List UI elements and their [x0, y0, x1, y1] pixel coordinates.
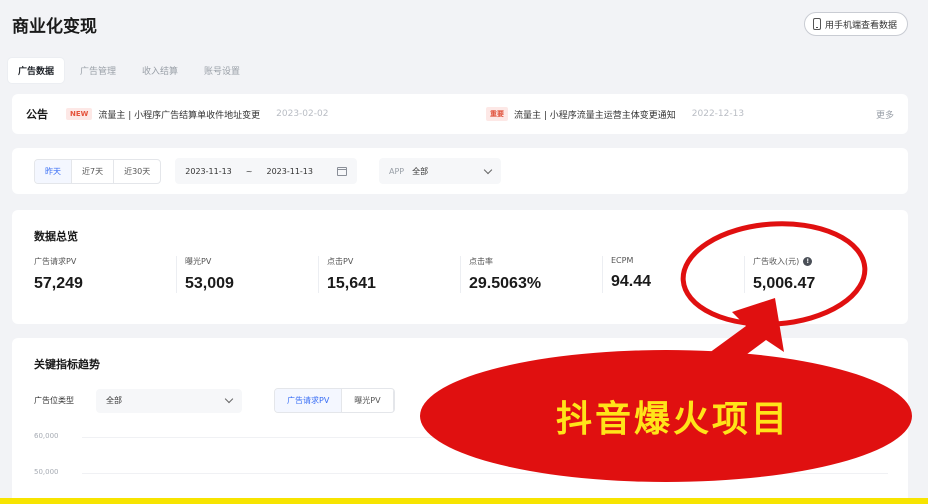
metric-ctr: 点击率 29.5063% — [460, 256, 602, 293]
range-yesterday[interactable]: 昨天 — [35, 159, 72, 183]
date-range-picker[interactable]: 2023-11-13 ~ 2023-11-13 — [175, 158, 357, 184]
main-tabs: 广告数据 广告管理 收入结算 账号设置 — [8, 58, 250, 83]
date-range-segment: 昨天 近7天 近30天 — [34, 158, 162, 184]
chevron-down-icon — [224, 394, 234, 404]
notice-text: 流量主 | 小程序流量主运营主体变更通知 — [514, 110, 676, 121]
metric-label: 点击率 — [469, 257, 493, 266]
trend-tab-impressions[interactable]: 曝光PV — [342, 389, 394, 412]
notice-item[interactable]: 重要 流量主 | 小程序流量主运营主体变更通知 2022-12-13 — [486, 107, 744, 121]
metric-label: 广告请求PV — [34, 257, 77, 266]
notice-more-link[interactable]: 更多 — [876, 108, 894, 121]
ad-slot-type-label: 广告位类型 — [34, 396, 74, 405]
ad-slot-type-select[interactable]: 全部 — [96, 388, 242, 413]
app-select-value: 全部 — [412, 166, 429, 176]
mobile-view-button[interactable]: 用手机端查看数据 — [803, 12, 908, 36]
metric-label: 点击PV — [327, 257, 354, 266]
yellow-strip — [0, 498, 928, 504]
end-date: 2023-11-13 — [266, 166, 313, 176]
new-badge: NEW — [66, 108, 93, 120]
tab-income-settlement[interactable]: 收入结算 — [132, 58, 188, 83]
ad-slot-type-value: 全部 — [106, 396, 122, 405]
metric-value: 29.5063% — [469, 275, 542, 292]
app-select-label: APP — [388, 166, 405, 176]
page-title: 商业化变现 — [12, 17, 97, 37]
trend-tab-requests[interactable]: 广告请求PV — [275, 389, 343, 412]
metric-ad-requests: 广告请求PV 57,249 — [34, 256, 176, 293]
metric-value: 57,249 — [34, 275, 83, 292]
mobile-view-label: 用手机端查看数据 — [824, 20, 897, 31]
y-tick-label: 50,000 — [34, 468, 59, 476]
app-select[interactable]: APP 全部 — [378, 158, 501, 184]
range-7-days[interactable]: 近7天 — [72, 159, 115, 183]
notice-text: 流量主 | 小程序广告结算单收件地址变更 — [98, 110, 261, 121]
trend-metric-tabs: 广告请求PV 曝光PV — [274, 388, 395, 413]
y-tick-label: 60,000 — [34, 432, 59, 440]
tab-account-settings[interactable]: 账号设置 — [194, 58, 250, 83]
notice-item[interactable]: NEW 流量主 | 小程序广告结算单收件地址变更 2023-02-02 — [66, 108, 486, 121]
metric-value: 53,009 — [185, 275, 234, 292]
metric-impressions: 曝光PV 53,009 — [176, 256, 318, 293]
important-badge: 重要 — [486, 107, 508, 121]
metric-value: 15,641 — [327, 275, 376, 292]
phone-icon — [812, 18, 821, 30]
notice-bar: 公告 NEW 流量主 | 小程序广告结算单收件地址变更 2023-02-02 重… — [12, 94, 908, 134]
notice-title: 公告 — [26, 108, 48, 121]
tab-ad-management[interactable]: 广告管理 — [70, 58, 126, 83]
tab-ad-data[interactable]: 广告数据 — [8, 58, 65, 83]
start-date: 2023-11-13 — [185, 166, 232, 176]
chevron-down-icon — [483, 165, 493, 174]
calendar-icon — [336, 166, 347, 176]
metric-clicks: 点击PV 15,641 — [318, 256, 460, 293]
promo-banner-text: 抖音爆火项目 — [555, 399, 790, 440]
range-30-days[interactable]: 近30天 — [114, 160, 160, 183]
date-separator: ~ — [245, 166, 253, 176]
notice-date: 2023-02-02 — [276, 109, 329, 119]
notice-date: 2022-12-13 — [691, 109, 745, 119]
metric-label: 曝光PV — [185, 257, 212, 266]
filter-bar: 昨天 近7天 近30天 2023-11-13 ~ 2023-11-13 APP … — [12, 148, 908, 194]
